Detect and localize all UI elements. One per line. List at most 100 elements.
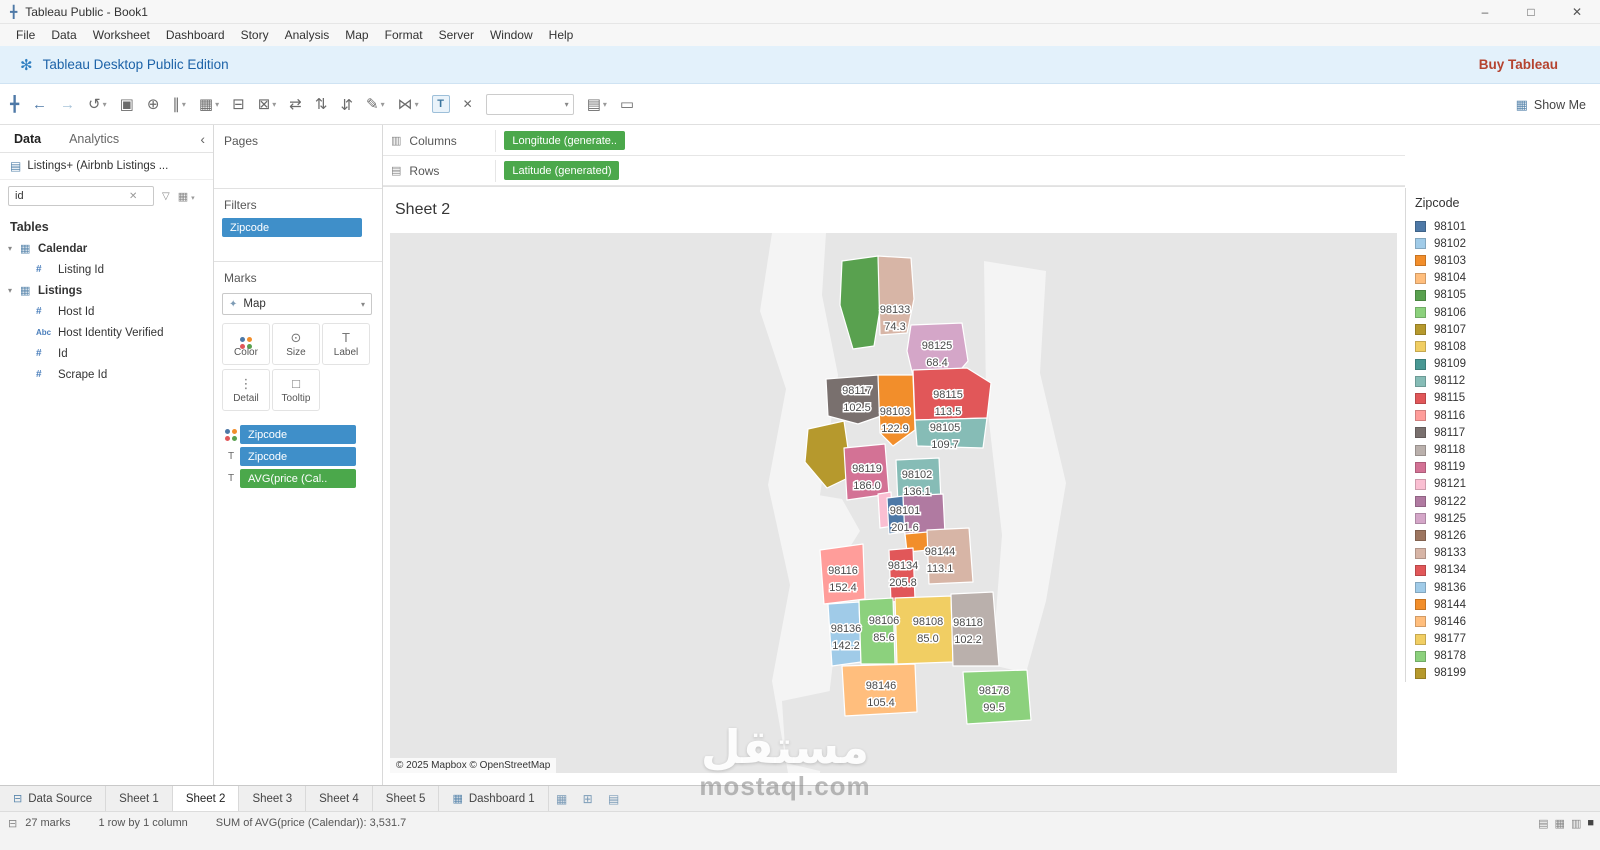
tooltip-button[interactable]: □ Tooltip bbox=[272, 369, 320, 411]
highlight-button[interactable]: ✎ ▾ bbox=[366, 95, 385, 113]
forward-button[interactable]: → bbox=[60, 96, 75, 113]
rows-shelf[interactable]: ▤ Rows Latitude (generated) bbox=[383, 156, 1405, 186]
pill-latitude-generated-[interactable]: Latitude (generated) bbox=[504, 161, 620, 180]
field-item[interactable]: Abc Host Identity Verified bbox=[0, 322, 213, 343]
new-worksheet-tab-button[interactable]: ▦ bbox=[549, 786, 575, 811]
label-button[interactable]: T Label bbox=[322, 323, 370, 365]
zip-region-98117[interactable] bbox=[825, 374, 882, 425]
zip-region-98108[interactable] bbox=[894, 595, 954, 665]
view-toggle-icon[interactable]: ■ bbox=[1587, 817, 1594, 829]
legend-item-98109[interactable]: 98109 bbox=[1406, 356, 1600, 373]
pill-zipcode[interactable]: Zipcode bbox=[240, 425, 356, 444]
size-button[interactable]: ⊙ Size bbox=[272, 323, 320, 365]
legend-item-98106[interactable]: 98106 bbox=[1406, 304, 1600, 321]
new-worksheet-button[interactable]: ▦ ▾ bbox=[199, 95, 219, 113]
menu-server[interactable]: Server bbox=[431, 28, 482, 42]
view-toggle-icon[interactable]: ▥ bbox=[1571, 817, 1581, 830]
tab-data-source[interactable]: ⊟ Data Source bbox=[0, 786, 107, 811]
view-options-icon[interactable]: ▦ ▾ bbox=[178, 190, 195, 203]
menu-format[interactable]: Format bbox=[377, 28, 431, 42]
tab-dashboard-1[interactable]: ▦ Dashboard 1 bbox=[439, 786, 549, 811]
new-story-tab-button[interactable]: ▤ bbox=[601, 786, 627, 811]
show-me-button[interactable]: ▦ Show Me bbox=[1516, 84, 1586, 125]
pill-avg-price-cal-[interactable]: AVG(price (Cal.. bbox=[240, 469, 356, 488]
menu-dashboard[interactable]: Dashboard bbox=[158, 28, 233, 42]
columns-shelf[interactable]: ▥ Columns Longitude (generate.. bbox=[383, 126, 1405, 156]
mark-type-dropdown[interactable]: ✦ Map ▾ bbox=[222, 293, 372, 315]
add-datasource-button[interactable]: ⊕ bbox=[147, 95, 160, 113]
clear-search-icon[interactable]: ✕ bbox=[129, 191, 137, 202]
clear-sheet-button[interactable]: ⊠ ▾ bbox=[258, 95, 277, 113]
view-toggle-icon[interactable]: ▤ bbox=[1538, 817, 1548, 830]
tab-analytics[interactable]: Analytics bbox=[55, 132, 133, 146]
filter-fields-icon[interactable]: ▽ bbox=[162, 191, 170, 202]
legend-item-98136[interactable]: 98136 bbox=[1406, 579, 1600, 596]
legend-item-98107[interactable]: 98107 bbox=[1406, 321, 1600, 338]
table-item-listings[interactable]: ▾ ▦ Listings bbox=[0, 280, 213, 301]
show-mark-labels-button[interactable]: T bbox=[431, 95, 450, 113]
menu-story[interactable]: Story bbox=[233, 28, 277, 42]
legend-item-98117[interactable]: 98117 bbox=[1406, 424, 1600, 441]
field-item[interactable]: # Listing Id bbox=[0, 259, 213, 280]
legend-item-98199[interactable]: 98199 bbox=[1406, 665, 1600, 682]
legend-item-98102[interactable]: 98102 bbox=[1406, 235, 1600, 252]
search-input[interactable] bbox=[9, 189, 127, 203]
pages-shelf[interactable]: Pages bbox=[214, 125, 382, 189]
map-view[interactable]: 98133 74.3 98125 68.4 98117 102.5 98103 122.9 98… bbox=[390, 233, 1397, 773]
legend-item-98103[interactable]: 98103 bbox=[1406, 252, 1600, 269]
pill-zipcode[interactable]: Zipcode bbox=[240, 447, 356, 466]
presentation-mode-button[interactable]: ▭ bbox=[620, 95, 634, 113]
legend-item-98115[interactable]: 98115 bbox=[1406, 390, 1600, 407]
undo-button[interactable]: ↺ ▾ bbox=[88, 95, 107, 113]
color-button[interactable]: Color bbox=[222, 323, 270, 365]
legend-item-98121[interactable]: 98121 bbox=[1406, 476, 1600, 493]
menu-analysis[interactable]: Analysis bbox=[277, 28, 338, 42]
field-item[interactable]: # Id bbox=[0, 343, 213, 364]
tab-data[interactable]: Data bbox=[0, 132, 55, 146]
filters-shelf[interactable]: Filters Zipcode bbox=[214, 189, 382, 262]
swap-rows-columns-button[interactable]: ⇄ bbox=[289, 95, 302, 113]
maximize-button[interactable]: □ bbox=[1508, 0, 1554, 24]
legend-item-98178[interactable]: 98178 bbox=[1406, 648, 1600, 665]
legend-item-98144[interactable]: 98144 bbox=[1406, 596, 1600, 613]
duplicate-button[interactable]: ⊟ bbox=[232, 95, 245, 113]
minimize-button[interactable]: – bbox=[1462, 0, 1508, 24]
group-button[interactable]: ⋈ ▾ bbox=[398, 95, 419, 113]
close-button[interactable]: ✕ bbox=[1554, 0, 1600, 24]
legend-item-98108[interactable]: 98108 bbox=[1406, 338, 1600, 355]
chevron-down-icon[interactable]: ▾ bbox=[8, 286, 20, 295]
table-item-calendar[interactable]: ▾ ▦ Calendar bbox=[0, 238, 213, 259]
save-button[interactable]: ▣ bbox=[120, 95, 134, 113]
zipcode-map[interactable]: 98133 74.398125 68.498117 102.5 98103 122.998… bbox=[390, 233, 1397, 773]
back-button[interactable]: ← bbox=[32, 96, 47, 113]
tab-sheet-4[interactable]: Sheet 4 bbox=[306, 786, 373, 811]
sort-descending-button[interactable]: ⇅ bbox=[340, 95, 353, 113]
menu-worksheet[interactable]: Worksheet bbox=[85, 28, 158, 42]
show-cards-button[interactable]: ▤ ▾ bbox=[587, 95, 607, 113]
sort-ascending-button[interactable]: ⇅ bbox=[315, 95, 328, 113]
menu-file[interactable]: File bbox=[8, 28, 43, 42]
datasource-row[interactable]: ▤ Listings+ (Airbnb Listings ... bbox=[0, 153, 213, 180]
collapse-pane-icon[interactable]: ‹ bbox=[200, 131, 205, 147]
new-dashboard-tab-button[interactable]: ⊞ bbox=[575, 786, 601, 811]
legend-item-98112[interactable]: 98112 bbox=[1406, 373, 1600, 390]
tab-sheet-1[interactable]: Sheet 1 bbox=[106, 786, 173, 811]
buy-tableau-link[interactable]: Buy Tableau bbox=[1479, 57, 1558, 72]
menu-map[interactable]: Map bbox=[337, 28, 376, 42]
tableau-logo-icon[interactable]: ╋ bbox=[10, 95, 19, 113]
field-item[interactable]: # Host Id bbox=[0, 301, 213, 322]
legend-item-98104[interactable]: 98104 bbox=[1406, 270, 1600, 287]
zip-region-98178[interactable] bbox=[962, 669, 1032, 725]
fit-dropdown[interactable]: ▾ bbox=[485, 93, 574, 115]
zip-region-98118[interactable] bbox=[950, 591, 1000, 667]
legend-item-98101[interactable]: 98101 bbox=[1406, 218, 1600, 235]
field-item[interactable]: # Scrape Id bbox=[0, 364, 213, 385]
legend-item-98122[interactable]: 98122 bbox=[1406, 493, 1600, 510]
zip-region-98134[interactable] bbox=[888, 547, 916, 603]
legend-item-98146[interactable]: 98146 bbox=[1406, 613, 1600, 630]
fix-axes-button[interactable]: ✕ bbox=[463, 97, 473, 111]
legend-item-98134[interactable]: 98134 bbox=[1406, 562, 1600, 579]
tab-sheet-3[interactable]: Sheet 3 bbox=[239, 786, 307, 811]
legend-item-98125[interactable]: 98125 bbox=[1406, 510, 1600, 527]
legend-item-98118[interactable]: 98118 bbox=[1406, 441, 1600, 458]
